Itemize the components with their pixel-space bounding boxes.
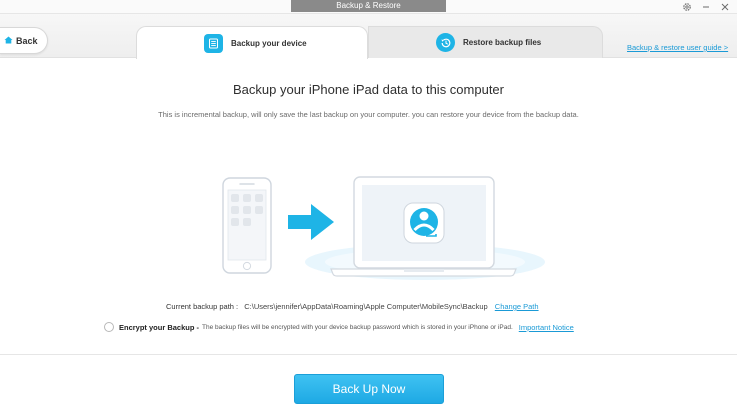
divider <box>0 354 737 355</box>
phone-icon <box>222 177 272 274</box>
important-notice-link[interactable]: Important Notice <box>519 323 574 332</box>
window-title: Backup & Restore <box>291 0 446 12</box>
encrypt-label: Encrypt your Backup - <box>119 322 200 332</box>
encrypt-row: Encrypt your Backup - The backup files w… <box>104 322 574 332</box>
gear-icon[interactable] <box>680 1 694 13</box>
home-icon <box>4 36 13 46</box>
tab-bar: Back Backup your device Restore backup f… <box>0 14 737 59</box>
title-bar: Backup & Restore <box>0 0 737 14</box>
change-path-link[interactable]: Change Path <box>495 302 539 311</box>
backup-path-row: Current backup path : C:\Users\jennifer\… <box>166 302 539 311</box>
encrypt-checkbox[interactable] <box>104 322 114 332</box>
page-title: Backup your iPhone iPad data to this com… <box>233 82 504 97</box>
tab-backup-device[interactable]: Backup your device <box>136 26 368 59</box>
tab-label: Backup your device <box>231 38 307 48</box>
page-description: This is incremental backup, will only sa… <box>158 110 579 119</box>
user-guide-link[interactable]: Backup & restore user guide > <box>627 43 728 52</box>
backup-path-label: Current backup path : <box>166 302 239 311</box>
backup-illustration <box>0 160 737 290</box>
document-icon <box>204 33 223 53</box>
close-icon[interactable] <box>718 1 732 13</box>
backup-path-value: C:\Users\jennifer\AppData\Roaming\Apple … <box>244 302 488 311</box>
back-button[interactable]: Back <box>0 27 48 54</box>
tab-label: Restore backup files <box>463 38 542 47</box>
minimize-icon[interactable] <box>699 1 713 13</box>
tab-restore-backup[interactable]: Restore backup files <box>368 26 603 58</box>
restore-clock-icon <box>436 33 455 52</box>
back-up-now-button[interactable]: Back Up Now <box>294 374 444 404</box>
app-logo-icon <box>403 202 445 244</box>
right-arrow-icon <box>288 204 334 240</box>
back-label: Back <box>16 35 38 46</box>
encrypt-description: The backup files will be encrypted with … <box>202 323 513 331</box>
